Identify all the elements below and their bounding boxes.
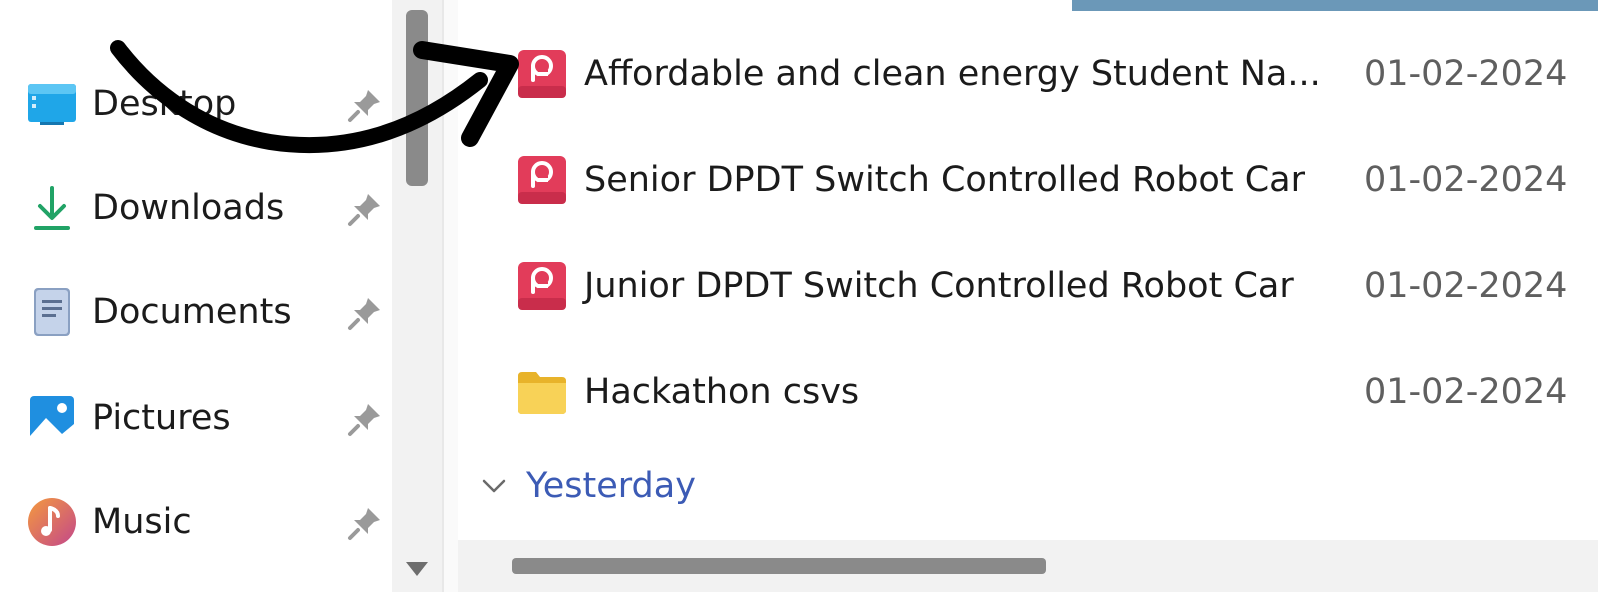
folder-icon [516,366,568,418]
file-date: 01-02-2024 [1364,54,1568,94]
file-row[interactable]: Affordable and clean energy Student Na..… [458,24,1598,124]
sidebar-item-desktop[interactable]: Desktop [26,64,386,144]
chevron-down-icon [480,472,508,500]
pane-divider[interactable] [444,0,458,592]
pin-icon[interactable] [344,190,384,230]
group-header-yesterday[interactable]: Yesterday [480,458,696,514]
navigation-pane: Desktop Downloads Documents Pictures Mus… [0,0,392,592]
sidebar-item-music[interactable]: Music [26,482,386,562]
file-name: Hackathon csvs [584,372,860,412]
column-header-edge [1072,0,1598,11]
sidebar-item-downloads[interactable]: Downloads [26,168,386,248]
file-name: Affordable and clean energy Student Na..… [584,54,1321,94]
pin-icon[interactable] [344,504,384,544]
scroll-down-arrow-icon[interactable] [406,562,428,576]
sidebar-item-pictures[interactable]: Pictures [26,378,386,458]
pin-icon[interactable] [344,294,384,334]
file-list: Affordable and clean energy Student Na..… [458,0,1598,592]
file-name: Senior DPDT Switch Controlled Robot Car [584,160,1305,200]
horizontal-scrollbar[interactable] [458,540,1598,592]
music-icon [26,496,78,548]
download-icon [26,182,78,234]
file-name: Junior DPDT Switch Controlled Robot Car [584,266,1294,306]
pictures-icon [26,392,78,444]
sidebar-item-label: Pictures [92,398,231,438]
documents-icon [26,286,78,338]
file-row[interactable]: Hackathon csvs 01-02-2024 [458,342,1598,442]
file-date: 01-02-2024 [1364,266,1568,306]
pin-icon[interactable] [344,86,384,126]
sidebar-item-label: Desktop [92,84,237,124]
desktop-icon [26,78,78,130]
sidebar-item-label: Downloads [92,188,285,228]
sidebar-item-label: Documents [92,292,292,332]
file-row[interactable]: Senior DPDT Switch Controlled Robot Car … [458,130,1598,230]
file-date: 01-02-2024 [1364,372,1568,412]
sidebar-item-documents[interactable]: Documents [26,272,386,352]
pin-icon[interactable] [344,400,384,440]
powerpoint-file-icon [516,48,568,100]
sidebar-scrollbar[interactable] [392,0,444,592]
powerpoint-file-icon [516,260,568,312]
powerpoint-file-icon [516,154,568,206]
group-header-label: Yesterday [526,466,696,506]
sidebar-item-label: Music [92,502,192,542]
sidebar-scrollbar-thumb[interactable] [406,10,428,186]
horizontal-scrollbar-thumb[interactable] [512,558,1046,574]
file-date: 01-02-2024 [1364,160,1568,200]
file-row[interactable]: Junior DPDT Switch Controlled Robot Car … [458,236,1598,336]
